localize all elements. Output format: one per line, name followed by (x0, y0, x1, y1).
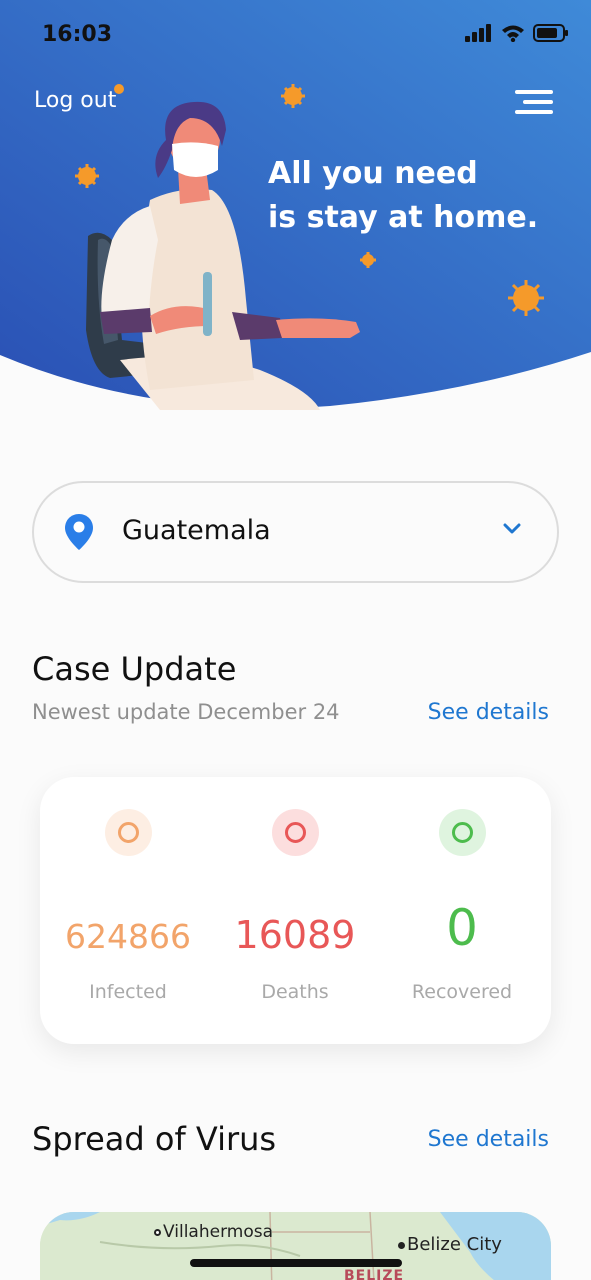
chevron-down-icon (503, 523, 521, 534)
location-name: Guatemala (122, 515, 271, 546)
stat-recovered: 0 Recovered (377, 777, 547, 1044)
deaths-indicator-icon (272, 809, 319, 856)
deaths-label: Deaths (261, 981, 329, 1003)
spread-see-details-link[interactable]: See details (428, 1127, 549, 1152)
location-dropdown[interactable]: Guatemala (32, 481, 559, 583)
recovered-label: Recovered (411, 981, 513, 1003)
case-stats-card: 624866 Infected 16089 Deaths 0 Recovered (40, 777, 551, 1044)
wifi-icon (502, 25, 524, 42)
stat-deaths: 16089 Deaths (210, 777, 380, 1044)
location-pin-icon (65, 514, 93, 550)
signal-icon (465, 24, 491, 42)
infected-indicator-icon (105, 809, 152, 856)
map-label-belize-city: Belize City (398, 1234, 502, 1255)
infected-label: Infected (89, 981, 167, 1003)
hero-title: All you need is stay at home. (268, 152, 568, 240)
recovered-indicator-icon (439, 809, 486, 856)
spread-title: Spread of Virus (32, 1120, 277, 1158)
battery-icon (533, 24, 568, 42)
status-bar: 16:03 (0, 0, 591, 70)
infected-value: 624866 (65, 917, 191, 956)
logout-button[interactable]: Log out (34, 88, 116, 113)
spread-map[interactable]: Villahermosa Belize City BELIZE (40, 1212, 551, 1280)
home-indicator[interactable] (190, 1259, 402, 1267)
stat-infected: 624866 Infected (43, 777, 213, 1044)
case-update-title: Case Update (32, 650, 237, 688)
deaths-value: 16089 (234, 913, 356, 957)
recovered-value: 0 (446, 899, 478, 957)
case-update-see-details-link[interactable]: See details (428, 700, 549, 725)
map-label-belize: BELIZE (344, 1268, 405, 1280)
map-label-villahermosa: Villahermosa (154, 1222, 273, 1242)
status-icons (465, 24, 569, 42)
status-time: 16:03 (42, 22, 113, 47)
menu-icon[interactable] (515, 90, 553, 114)
case-update-subtitle: Newest update December 24 (32, 700, 340, 724)
hero-title-line1: All you need (268, 156, 478, 191)
hero-title-line2: is stay at home. (268, 200, 539, 235)
